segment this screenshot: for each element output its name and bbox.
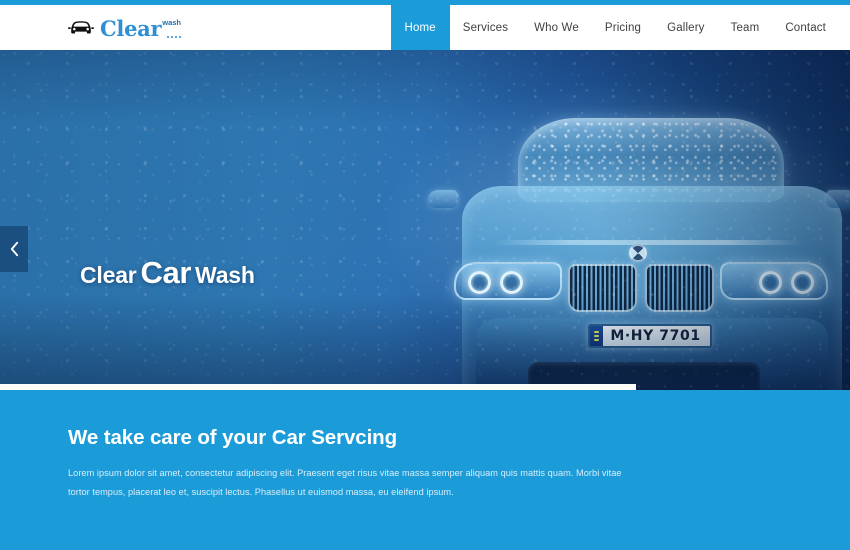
nav-item-gallery[interactable]: Gallery [654,5,717,50]
chevron-left-icon [9,241,20,257]
hero-vignette [0,50,850,390]
site-header: Clear wash Home Services Who We Pricing … [0,5,850,50]
nav-item-contact[interactable]: Contact [772,5,850,50]
hero-headline-part-2: Car [140,255,192,290]
hero-slider: M·HY 7701 ClearCarWash [0,50,850,390]
logo-dots-decoration [167,35,181,38]
hero-headline-part-1: Clear [80,262,137,288]
nav-item-who-we[interactable]: Who We [521,5,592,50]
nav-item-services[interactable]: Services [450,5,521,50]
main-navigation: Home Services Who We Pricing Gallery Tea… [390,5,850,50]
hero-headline: Clear Car Wash [80,254,255,291]
slider-prev-button[interactable] [0,226,28,272]
promo-heading: We take care of your Car Servcing [68,426,398,449]
logo-brand-suffix: wash [162,17,181,27]
site-logo[interactable]: Clear wash [68,14,181,42]
page-root: Clear wash Home Services Who We Pricing … [0,0,850,550]
nav-item-home[interactable]: Home [390,5,450,50]
logo-wordmark: Clear wash [100,18,181,39]
car-front-icon [68,20,94,36]
hero-headline-part-3: Wash [195,262,255,288]
logo-brand-text: Clear [100,15,162,41]
hero-background-image: M·HY 7701 [0,50,850,390]
nav-item-team[interactable]: Team [718,5,773,50]
promo-section: We take care of your Car Servcing Lorem … [0,390,850,550]
promo-paragraph: Lorem ipsum dolor sit amet, consectetur … [68,468,622,497]
nav-item-pricing[interactable]: Pricing [592,5,654,50]
